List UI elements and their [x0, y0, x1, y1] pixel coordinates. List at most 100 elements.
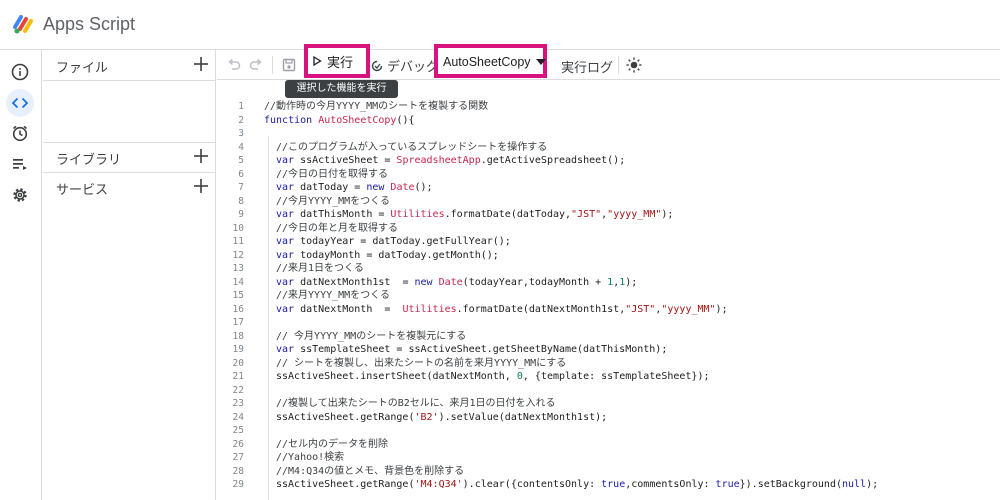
- code-line[interactable]: 9 var datThisMonth = Utilities.formatDate…: [217, 208, 1000, 222]
- code-text: function AutoSheetCopy(){: [264, 114, 415, 128]
- code-token: ssActiveSheet =: [300, 155, 397, 166]
- code-line[interactable]: 26 //セル内のデータを削除: [217, 438, 1000, 452]
- code-token: }).setBackground(: [739, 479, 842, 490]
- code-token: AutoSheetCopy: [318, 114, 397, 126]
- line-number: 26: [232, 438, 244, 450]
- code-line[interactable]: 3: [217, 127, 1000, 141]
- code-token: var: [276, 249, 301, 261]
- code-token: //今日の日付を取得する: [276, 168, 389, 180]
- code-token: .formatDate(datNextMonth1st,: [456, 303, 626, 315]
- code-token: Utilities: [402, 303, 457, 315]
- code-line[interactable]: 13 //来月1日をつくる: [217, 262, 1000, 276]
- panel-divider: [43, 80, 216, 81]
- execution-log-button[interactable]: 実行ログ: [561, 57, 613, 76]
- code-line[interactable]: 15 //来月YYYY_MMをつくる: [217, 289, 1000, 303]
- code-line[interactable]: 28 //M4:Q34の値とメモ、背景色を削除する: [217, 465, 1000, 479]
- code-token: ssActiveSheet.insertSheet(datNextMonth,: [276, 371, 517, 382]
- save-icon[interactable]: [281, 57, 297, 73]
- code-token: "yyyy_MM": [661, 303, 716, 315]
- line-number: 17: [232, 317, 244, 328]
- line-number: 2: [238, 114, 244, 126]
- code-line[interactable]: 25: [217, 424, 1000, 438]
- code-line[interactable]: 17: [217, 316, 1000, 330]
- code-token: // シートを複製し、出来たシートの名前を来月YYYY_MMにする: [276, 357, 567, 369]
- code-line[interactable]: 16 var datNextMonth = Utilities.formatDat…: [217, 303, 1000, 317]
- app-title: Apps Script: [43, 14, 136, 34]
- code-token: var: [276, 303, 301, 315]
- settings-button[interactable]: [6, 181, 34, 209]
- theme-sun-icon[interactable]: [626, 57, 642, 73]
- code-line[interactable]: 7 var datToday = new Date();: [217, 181, 1000, 195]
- line-number: 6: [238, 168, 244, 180]
- function-select[interactable]: AutoSheetCopy: [443, 55, 546, 69]
- code-icon: [11, 97, 29, 109]
- code-line[interactable]: 2 function AutoSheetCopy(){: [217, 114, 1000, 128]
- run-button[interactable]: 実行: [312, 51, 353, 71]
- executions-icon: [13, 159, 27, 170]
- debug-button[interactable]: デバッグ: [370, 56, 439, 75]
- libraries-label: ライブラリ: [56, 152, 122, 167]
- code-token: );: [661, 209, 674, 220]
- overview-button[interactable]: [6, 58, 34, 86]
- info-icon: [11, 63, 29, 81]
- code-token: todayYear = datToday.getFullYear();: [300, 236, 511, 247]
- code-token: datNextMonth =: [300, 303, 403, 315]
- code-line[interactable]: 10 //今日の年と月を取得する: [217, 222, 1000, 236]
- run-label: 実行: [327, 54, 354, 70]
- code-line[interactable]: 4 //このプログラムが入っているスプレッドシートを操作する: [217, 141, 1000, 155]
- apps-script-logo-icon[interactable]: [12, 12, 36, 36]
- executions-button[interactable]: [6, 150, 34, 178]
- code-line[interactable]: 8 //今月YYYY_MMをつくる: [217, 195, 1000, 209]
- code-line[interactable]: 21 ssActiveSheet.insertSheet(datNextMonth…: [217, 370, 1000, 384]
- debug-icon: [371, 60, 383, 71]
- redo-icon[interactable]: [248, 57, 264, 73]
- gear-icon: [13, 188, 27, 202]
- undo-icon[interactable]: [226, 57, 242, 73]
- code-text: //セル内のデータを削除: [276, 438, 388, 452]
- code-line[interactable]: 6 //今日の日付を取得する: [217, 168, 1000, 182]
- add-file-plus-icon[interactable]: [192, 55, 210, 73]
- code-line[interactable]: 11 var todayYear = datToday.getFullYear()…: [217, 235, 1000, 249]
- code-line[interactable]: 23 //複製して出来たシートのB2セルに、来月1日の日付を入れる: [217, 397, 1000, 411]
- triggers-button[interactable]: [6, 119, 34, 147]
- code-line[interactable]: 24 ssActiveSheet.getRange('B2').setValue(…: [217, 411, 1000, 425]
- code-token: ();: [414, 182, 433, 193]
- code-token: null: [842, 479, 867, 490]
- code-token: Utilities: [390, 209, 445, 220]
- code-line[interactable]: 5 var ssActiveSheet = SpreadsheetApp.getA…: [217, 154, 1000, 168]
- code-line[interactable]: 29 ssActiveSheet.getRange('M4:Q34').clear…: [217, 478, 1000, 492]
- code-line[interactable]: 19 var ssTemplateSheet = ssActiveSheet.ge…: [217, 343, 1000, 357]
- line-number: 14: [232, 276, 244, 288]
- code-token: ,commentsOnly:: [625, 479, 716, 490]
- code-editor[interactable]: 1 //動作時の今月YYYY_MMのシートを複製する関数 2 function Aut…: [217, 96, 1000, 500]
- code-line[interactable]: 14 var datNextMonth1st = new Date(todayYe…: [217, 276, 1000, 290]
- code-text: //動作時の今月YYYY_MMのシートを複製する関数: [264, 100, 488, 114]
- code-token: true: [715, 479, 740, 490]
- code-line[interactable]: 27 //Yahoo!検索: [217, 451, 1000, 465]
- play-icon: [313, 56, 322, 66]
- code-token: ssActiveSheet.getRange(: [276, 479, 415, 490]
- code-text: ssActiveSheet.getRange('B2').setValue(da…: [276, 411, 607, 425]
- editor-button[interactable]: [6, 89, 34, 117]
- code-token: var: [276, 182, 301, 193]
- line-number: 18: [232, 330, 244, 342]
- code-text: var datToday = new Date();: [276, 181, 433, 195]
- code-line[interactable]: 1 //動作時の今月YYYY_MMのシートを複製する関数: [217, 100, 1000, 114]
- code-token: , {template: ssTemplateSheet});: [522, 371, 710, 382]
- code-text: var todayMonth = datToday.getMonth();: [276, 249, 499, 263]
- code-line[interactable]: 22: [217, 384, 1000, 398]
- code-line[interactable]: 18 // 今月YYYY_MMのシートを複製元にする: [217, 330, 1000, 344]
- add-service-plus-icon[interactable]: [192, 177, 210, 195]
- run-highlight-frame: 実行: [304, 44, 370, 78]
- code-line[interactable]: 12 var todayMonth = datToday.getMonth();: [217, 249, 1000, 263]
- code-line[interactable]: 20 // シートを複製し、出来たシートの名前を来月YYYY_MMにする: [217, 357, 1000, 371]
- services-section-header: サービス: [43, 172, 216, 202]
- code-token: var: [276, 236, 301, 247]
- line-number: 27: [232, 452, 244, 463]
- line-number: 5: [238, 155, 244, 166]
- line-number: 15: [232, 290, 244, 301]
- add-library-plus-icon[interactable]: [192, 147, 210, 165]
- code-token: //今月YYYY_MMをつくる: [276, 195, 390, 207]
- code-text: ssActiveSheet.getRange('M4:Q34').clear({…: [276, 478, 878, 492]
- debug-label: デバッグ: [387, 59, 440, 74]
